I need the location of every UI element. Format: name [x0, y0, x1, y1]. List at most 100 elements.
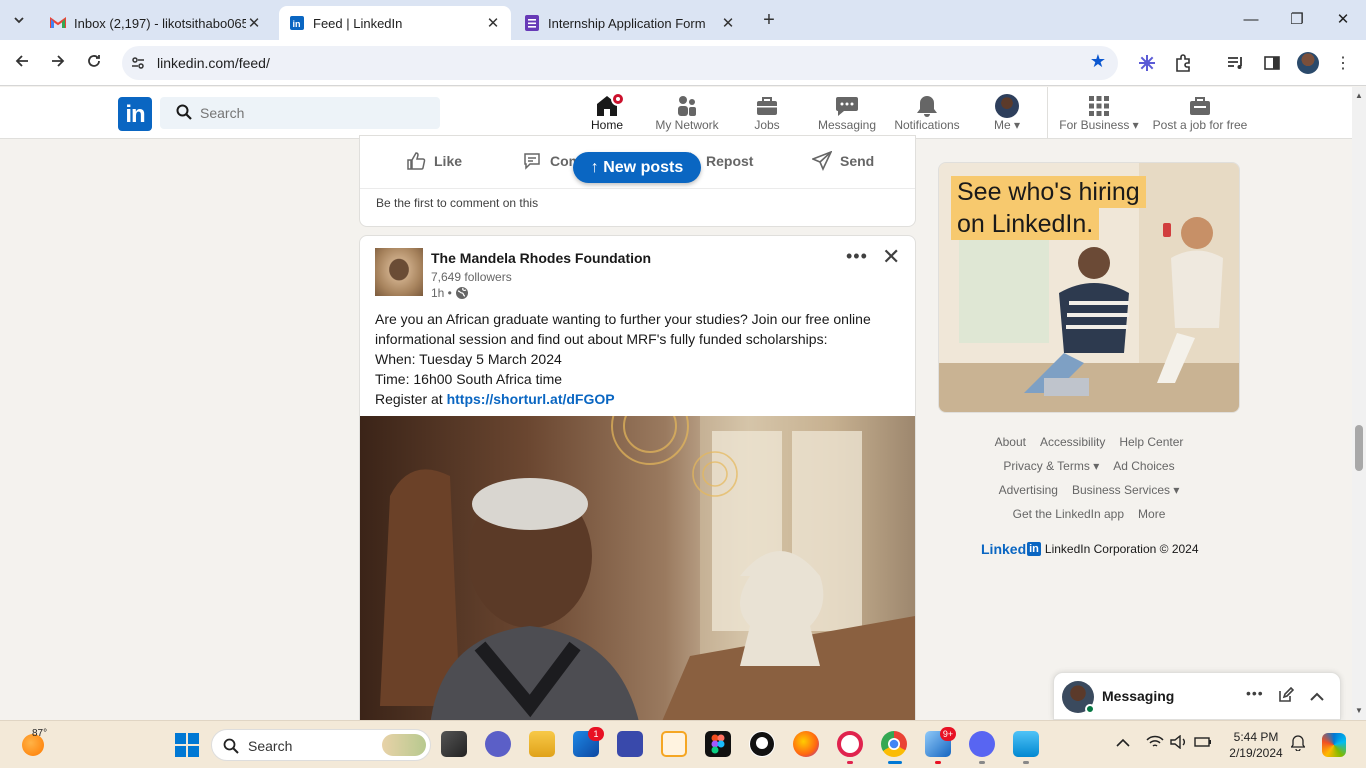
nav-for-business[interactable]: For Business ▾ [1057, 87, 1141, 139]
footer-ad-choices-link[interactable]: Ad Choices [1113, 456, 1174, 480]
address-bar[interactable]: linkedin.com/feed/ ★ [122, 46, 1118, 80]
back-button[interactable] [9, 50, 35, 76]
post-author[interactable]: The Mandela Rhodes Foundation [431, 250, 651, 266]
nav-jobs[interactable]: Jobs [727, 87, 807, 139]
bitcoin-app-icon[interactable] [661, 731, 687, 757]
control-panel-icon[interactable] [1013, 731, 1039, 757]
new-posts-button[interactable]: ↑ New posts [573, 152, 701, 183]
taskbar-search-label: Search [248, 738, 293, 754]
restore-button[interactable]: ❐ [1274, 6, 1320, 34]
footer-privacy-terms-link[interactable]: Privacy & Terms ▾ [1003, 456, 1099, 480]
dismiss-post-icon[interactable]: ✕ [882, 244, 900, 270]
github-icon[interactable] [749, 731, 775, 757]
battery-icon[interactable] [1194, 735, 1212, 752]
browser-toolbar: linkedin.com/feed/ ★ ⋮ [0, 40, 1366, 86]
site-info-icon[interactable] [130, 55, 146, 71]
nav-me[interactable]: Me ▾ [967, 87, 1047, 139]
linkedin-search[interactable] [160, 97, 440, 129]
close-tab-icon[interactable]: ✕ [246, 14, 262, 32]
windows-start-icon[interactable] [175, 733, 199, 762]
reload-button[interactable] [81, 50, 107, 76]
opera-icon[interactable] [837, 731, 863, 757]
job-post-icon [1188, 95, 1212, 117]
side-panel-icon[interactable] [1261, 52, 1283, 74]
linkedin-global-nav: in Home My Network Jobs Messaging [0, 87, 1352, 140]
tab-internship-form[interactable]: Internship Application Form ✕ [514, 6, 746, 40]
hiring-ad[interactable]: See who's hiring on LinkedIn. [938, 162, 1240, 413]
tab-gmail[interactable]: Inbox (2,197) - likotsithabo065 ✕ [40, 6, 272, 40]
post-line: When: Tuesday 5 March 2024 [375, 351, 562, 367]
more-options-icon[interactable]: ••• [846, 246, 868, 267]
minimize-button[interactable]: — [1228, 6, 1274, 34]
send-label: Send [840, 153, 875, 169]
org-logo[interactable] [375, 248, 423, 296]
discord-icon[interactable] [969, 731, 995, 757]
footer-help-center-link[interactable]: Help Center [1119, 432, 1183, 456]
bell-icon [915, 95, 939, 117]
register-link[interactable]: https://shorturl.at/dFGOP [447, 391, 615, 407]
close-tab-icon[interactable]: ✕ [485, 14, 501, 32]
nav-my-network[interactable]: My Network [647, 87, 727, 139]
grid-apps-icon [1087, 95, 1111, 117]
file-explorer-icon[interactable] [529, 731, 555, 757]
search-input[interactable] [200, 103, 420, 123]
footer-business-services-link[interactable]: Business Services ▾ [1072, 480, 1179, 504]
messaging-label: Messaging [1102, 688, 1175, 704]
forward-button[interactable] [45, 50, 71, 76]
scroll-down-arrow[interactable]: ▼ [1355, 706, 1363, 715]
browser-profile-avatar[interactable] [1297, 52, 1319, 74]
scrollbar-thumb[interactable] [1355, 425, 1363, 471]
footer-more-link[interactable]: More [1138, 504, 1165, 528]
wifi-icon[interactable] [1146, 735, 1164, 752]
send-button[interactable]: Send [812, 149, 874, 173]
close-window-button[interactable]: ✕ [1320, 6, 1366, 34]
app-icon-rtr[interactable] [617, 731, 643, 757]
clock-time: 5:44 PM [1233, 730, 1279, 744]
footer-about-link[interactable]: About [995, 432, 1026, 456]
tab-search-button[interactable] [6, 8, 32, 32]
close-tab-icon[interactable]: ✕ [720, 14, 736, 32]
new-tab-button[interactable]: + [758, 8, 780, 32]
page-scrollbar[interactable]: ▲ ▼ [1352, 87, 1366, 720]
post-photo-illustration [380, 416, 915, 726]
nav-home[interactable]: Home [567, 87, 647, 140]
figma-icon[interactable] [705, 731, 731, 757]
firefox-icon[interactable] [793, 731, 819, 757]
compose-message-icon[interactable] [1278, 686, 1295, 708]
comment-icon [524, 153, 540, 170]
footer-advertising-link[interactable]: Advertising [999, 480, 1058, 504]
taskbar-search[interactable]: Search [211, 729, 431, 761]
tray-chevron-up-icon[interactable] [1116, 735, 1130, 751]
task-view-icon[interactable] [441, 731, 467, 757]
post-line: Register at https://shorturl.at/dFGOP [375, 389, 895, 409]
extension-icon[interactable] [1136, 52, 1158, 74]
tab-linkedin[interactable]: in Feed | LinkedIn ✕ [279, 6, 511, 40]
extensions-puzzle-icon[interactable] [1172, 52, 1194, 74]
copyright: Linked in LinkedIn Corporation © 2024 [981, 541, 1199, 557]
nav-messaging[interactable]: Messaging [807, 87, 887, 139]
volume-icon[interactable] [1170, 734, 1188, 752]
browser-menu-icon[interactable]: ⋮ [1332, 52, 1354, 74]
nav-post-job[interactable]: Post a job for free [1150, 87, 1250, 139]
bookmark-star-icon[interactable]: ★ [1090, 51, 1106, 72]
search-highlight-icon [382, 734, 426, 756]
footer-get-app-link[interactable]: Get the LinkedIn app [1013, 504, 1124, 528]
url-text[interactable]: linkedin.com/feed/ [157, 55, 270, 71]
like-button[interactable]: Like [406, 149, 462, 173]
notification-bell-icon[interactable] [1290, 735, 1306, 754]
linkedin-logo[interactable]: in [118, 97, 152, 131]
messaging-overlay[interactable]: Messaging ••• [1053, 672, 1341, 720]
footer-accessibility-link[interactable]: Accessibility [1040, 432, 1105, 456]
chevron-up-icon[interactable] [1310, 689, 1324, 707]
chrome-icon[interactable] [881, 731, 907, 757]
nav-notifications[interactable]: Notifications [887, 87, 967, 139]
teams-chat-icon[interactable] [485, 731, 511, 757]
media-control-icon[interactable] [1225, 52, 1247, 74]
system-clock[interactable]: 5:44 PM 2/19/2024 [1228, 729, 1284, 761]
post-line: Time: 16h00 South Africa time [375, 371, 563, 387]
copilot-icon[interactable] [1322, 733, 1346, 757]
post-image[interactable] [360, 416, 915, 726]
post-card: The Mandela Rhodes Foundation 7,649 foll… [359, 235, 916, 735]
scroll-up-arrow[interactable]: ▲ [1355, 91, 1363, 100]
messaging-more-icon[interactable]: ••• [1246, 685, 1264, 701]
